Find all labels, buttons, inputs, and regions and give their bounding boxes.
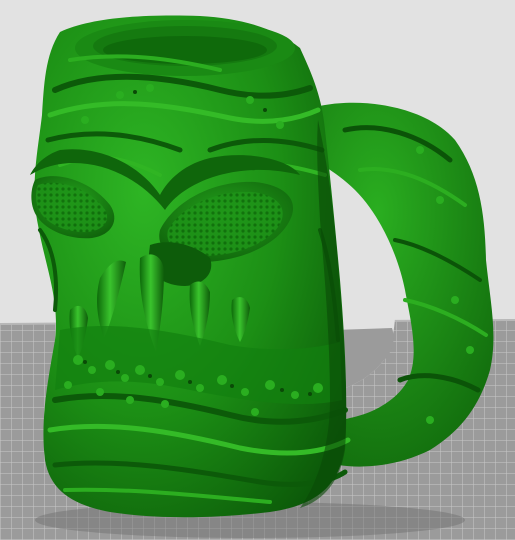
3d-viewport[interactable]: [0, 0, 515, 540]
viewport-canvas: [0, 0, 515, 540]
